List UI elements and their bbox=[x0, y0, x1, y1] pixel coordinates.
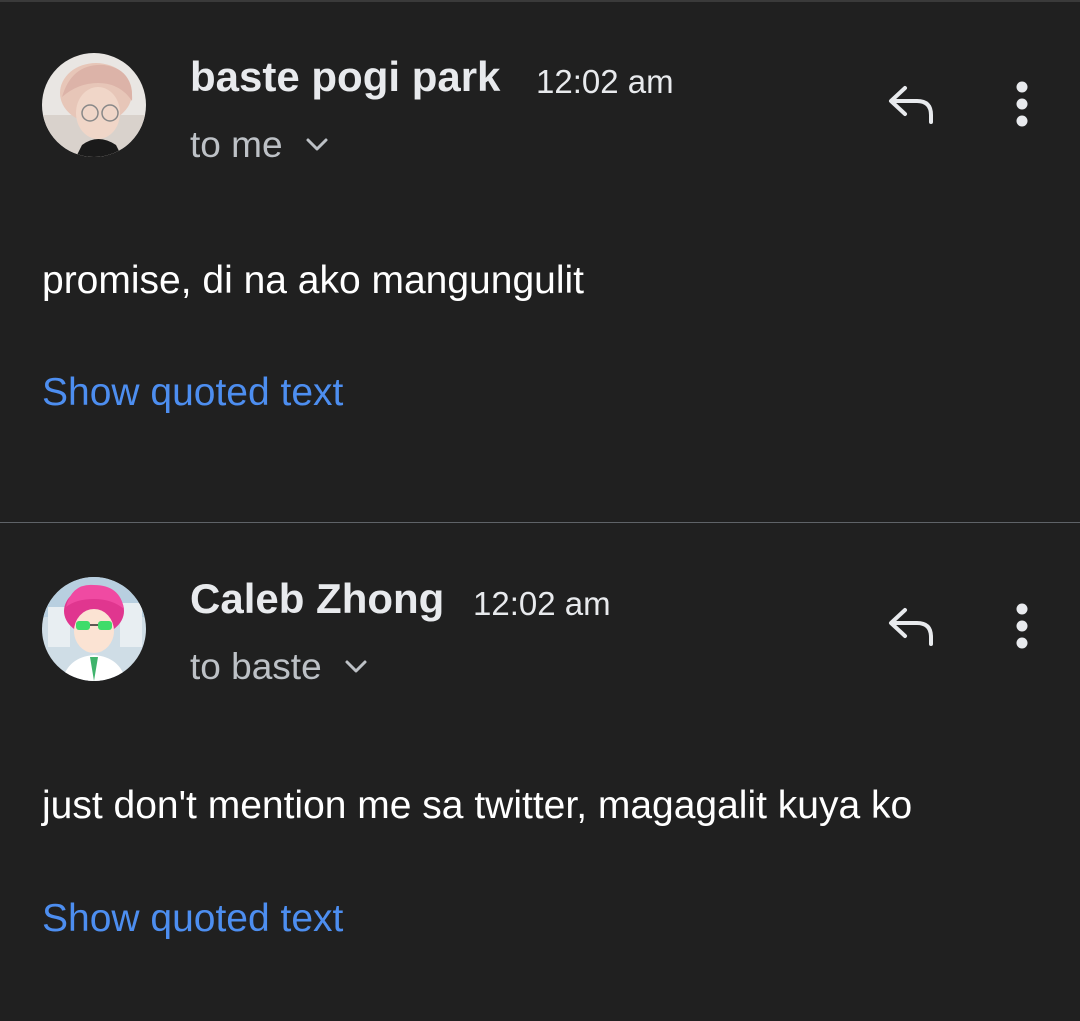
chevron-down-icon bbox=[344, 659, 368, 675]
recipient-label: to baste bbox=[190, 646, 322, 687]
sender-avatar[interactable] bbox=[42, 53, 146, 157]
message-body: just don't mention me sa twitter, magaga… bbox=[42, 784, 913, 827]
more-options-button[interactable] bbox=[992, 596, 1052, 660]
sender-name: baste pogi park bbox=[190, 53, 501, 100]
reply-arrow-icon bbox=[887, 606, 937, 651]
message-card: Caleb Zhong 12:02 am to baste just don't… bbox=[0, 523, 1080, 1021]
chevron-down-icon bbox=[305, 137, 329, 153]
more-vert-icon bbox=[1014, 81, 1030, 132]
show-quoted-text-link[interactable]: Show quoted text bbox=[42, 897, 343, 941]
recipient-details-toggle[interactable]: to me bbox=[190, 124, 329, 166]
show-quoted-text-link[interactable]: Show quoted text bbox=[42, 371, 343, 415]
message-body: promise, di na ako mangungulit bbox=[42, 259, 584, 302]
message-time: 12:02 am bbox=[536, 63, 674, 100]
reply-button[interactable] bbox=[880, 74, 944, 138]
sender-avatar[interactable] bbox=[42, 577, 146, 681]
reply-arrow-icon bbox=[887, 84, 937, 129]
sender-name: Caleb Zhong bbox=[190, 575, 445, 622]
message-card: baste pogi park 12:02 am to me promise, … bbox=[0, 0, 1080, 522]
reply-button[interactable] bbox=[880, 596, 944, 660]
more-options-button[interactable] bbox=[992, 74, 1052, 138]
recipient-details-toggle[interactable]: to baste bbox=[190, 646, 368, 688]
message-time: 12:02 am bbox=[473, 585, 611, 622]
more-vert-icon bbox=[1014, 603, 1030, 654]
recipient-label: to me bbox=[190, 124, 283, 165]
